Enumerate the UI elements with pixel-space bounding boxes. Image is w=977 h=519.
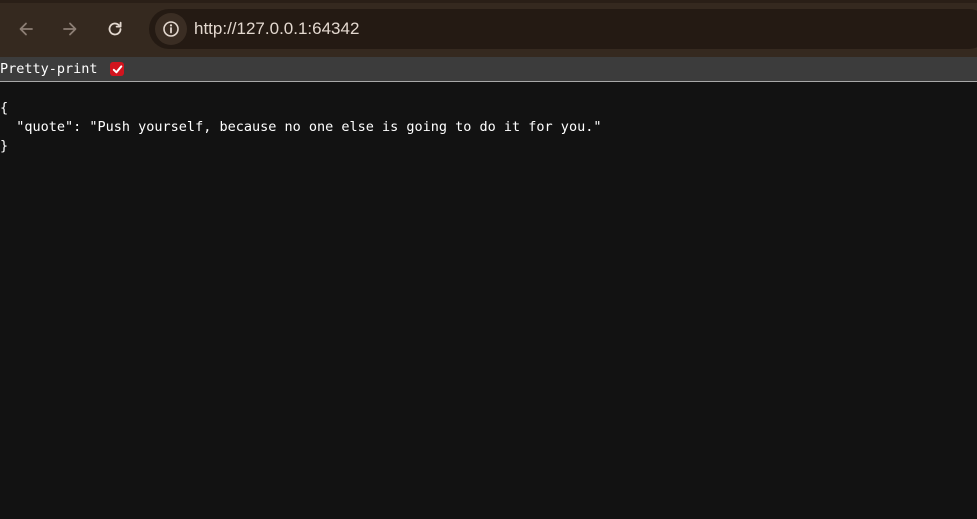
arrow-right-icon [63, 22, 77, 36]
address-bar[interactable]: http://127.0.0.1:64342 [149, 9, 977, 49]
pretty-print-bar: Pretty-print [0, 57, 977, 82]
pretty-print-checkbox[interactable] [110, 62, 124, 76]
json-quote-line: "quote": "Push yourself, because no one … [0, 119, 602, 135]
arrow-left-icon [19, 22, 33, 36]
reload-button[interactable] [99, 13, 131, 45]
back-button[interactable] [10, 13, 42, 45]
info-icon [163, 21, 179, 37]
json-content: { "quote": "Push yourself, because no on… [0, 99, 601, 156]
json-open-brace: { [0, 100, 9, 116]
checkmark-icon [112, 64, 122, 73]
reload-icon [108, 21, 122, 36]
browser-toolbar: http://127.0.0.1:64342 [0, 0, 977, 57]
json-close-brace: } [0, 138, 9, 154]
site-info-button[interactable] [155, 13, 187, 45]
url-text[interactable]: http://127.0.0.1:64342 [194, 19, 359, 39]
pretty-print-label[interactable]: Pretty-print [0, 61, 98, 77]
forward-button[interactable] [54, 13, 86, 45]
